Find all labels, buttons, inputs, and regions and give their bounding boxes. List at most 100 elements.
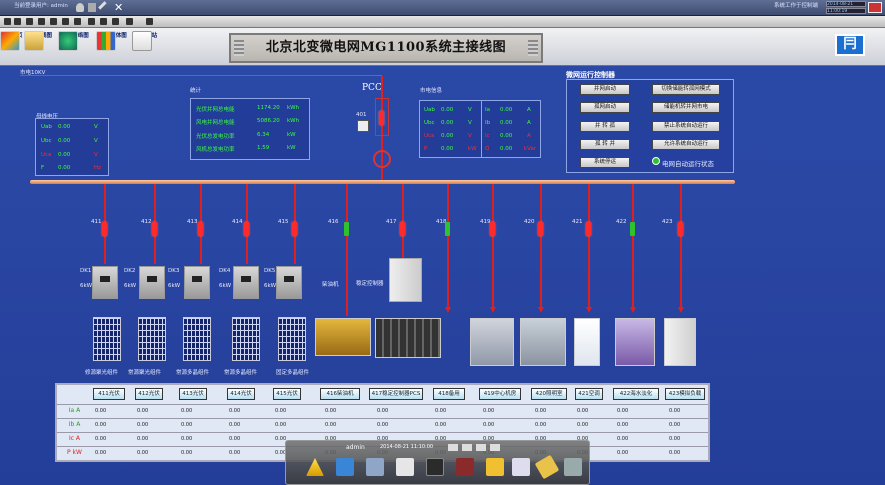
table-row-label: Ib A — [68, 421, 81, 428]
system-stop-button[interactable]: 系统停运 — [580, 157, 630, 168]
feeder-switch[interactable] — [198, 222, 203, 236]
grid-row-value: 0.00 — [441, 146, 454, 152]
feeder-switch[interactable] — [102, 222, 107, 236]
feeder-switch[interactable] — [630, 222, 635, 236]
grid-start-button[interactable]: 并网启动 — [580, 84, 630, 95]
monitor-icon[interactable] — [366, 458, 384, 476]
pcc-breaker[interactable] — [379, 111, 384, 125]
new-icon[interactable] — [4, 18, 11, 25]
dock-nav-icon[interactable] — [462, 444, 472, 451]
database-icon[interactable] — [564, 458, 582, 476]
alarm-panel-icon[interactable] — [456, 458, 474, 476]
warning-icon[interactable] — [306, 458, 324, 476]
notes-icon[interactable] — [512, 458, 530, 476]
table-row-label: Ic A — [68, 435, 81, 442]
nav-voltage[interactable]: 电压总体图 — [96, 31, 130, 64]
calculator-icon[interactable] — [486, 458, 504, 476]
feeder-switch[interactable] — [490, 222, 495, 236]
logo-icon[interactable]: 冃 — [835, 34, 865, 56]
island-to-grid-button[interactable]: 孤 转 并 — [580, 139, 630, 150]
dummy-load-image[interactable] — [664, 318, 696, 366]
desalination-image[interactable] — [615, 318, 655, 366]
lighting-room-image[interactable] — [520, 318, 566, 366]
island-start-button[interactable]: 孤网启动 — [580, 102, 630, 113]
refresh-icon[interactable] — [126, 18, 133, 25]
feeder-switch[interactable] — [152, 222, 157, 236]
battery-bank-image[interactable] — [375, 318, 441, 358]
pv-array-3[interactable] — [183, 317, 211, 361]
folder-icon[interactable] — [336, 458, 354, 476]
feeder-switch[interactable] — [678, 222, 683, 236]
feeder-switch[interactable] — [344, 222, 349, 236]
feeder-switch[interactable] — [292, 222, 297, 236]
pv-array-1[interactable] — [93, 317, 121, 361]
redo-icon[interactable] — [100, 18, 107, 25]
inverter-1[interactable] — [92, 266, 118, 299]
save-icon[interactable] — [26, 18, 33, 25]
switch-storage-island-button[interactable]: 切换储能转孤网模式 — [652, 84, 720, 95]
dock-info-icon[interactable] — [448, 444, 458, 451]
busbar-row-value: 0.00 — [58, 165, 71, 171]
feeder-switch[interactable] — [586, 222, 591, 236]
nav-main-wiring[interactable]: 主接线图 — [24, 31, 58, 64]
lock-icon[interactable] — [88, 3, 96, 12]
table-header: 421空调 — [575, 388, 603, 400]
screen-icon[interactable] — [426, 458, 444, 476]
pointer-icon[interactable] — [146, 18, 153, 25]
feeder-switch[interactable] — [445, 222, 450, 236]
server-room-image[interactable] — [470, 318, 514, 366]
feeder-label: 415 — [278, 219, 289, 225]
feeder-switch[interactable] — [538, 222, 543, 236]
close-x-icon[interactable]: ✕ — [114, 1, 123, 14]
disable-auto-button[interactable]: 禁止系统自动运行 — [652, 121, 720, 132]
inverter-4[interactable] — [233, 266, 259, 299]
pv-label: 常源多晶组件 — [176, 370, 210, 376]
print-icon[interactable] — [38, 18, 45, 25]
stats-row-label: 光伏并网总电能 — [196, 107, 235, 113]
undo-icon[interactable] — [88, 18, 95, 25]
pv-array-4[interactable] — [232, 317, 260, 361]
grid-to-island-button[interactable]: 并 转 孤 — [580, 121, 630, 132]
copy-icon[interactable] — [62, 18, 69, 25]
feeder-switch[interactable] — [244, 222, 249, 236]
dock-close-icon[interactable] — [490, 444, 500, 451]
zoom-icon[interactable] — [112, 18, 119, 25]
paste-icon[interactable] — [74, 18, 81, 25]
cut-icon[interactable] — [50, 18, 57, 25]
feeder-switch[interactable] — [400, 222, 405, 236]
inverter-5[interactable] — [276, 266, 302, 299]
stats-row-label: 光伏总发电功率 — [196, 134, 235, 140]
inverter-3[interactable] — [184, 266, 210, 299]
pcc-switch-icon[interactable] — [357, 120, 369, 132]
dock-refresh-icon[interactable] — [476, 444, 486, 451]
table-cell: 0.00 — [325, 422, 337, 428]
user-icon[interactable] — [76, 3, 84, 12]
pencil-icon[interactable] — [534, 454, 560, 480]
table-cell: 0.00 — [617, 408, 629, 414]
grid-row-value: 0.00 — [441, 120, 454, 126]
storage-controller-image[interactable] — [389, 258, 422, 302]
grid-row-value: 0.00 — [441, 107, 454, 113]
tools-icon[interactable] — [98, 1, 111, 14]
table-cell: 0.00 — [617, 422, 629, 428]
grid-row-value: 0.00 — [500, 133, 513, 139]
enable-auto-button[interactable]: 允许系统自动运行 — [652, 139, 720, 150]
storage-controller-label: 稳定控制器 — [356, 281, 384, 287]
document-icon[interactable] — [396, 458, 414, 476]
feeder-label: 411 — [91, 219, 102, 225]
nav-weather[interactable]: 气象站 — [132, 31, 166, 64]
air-conditioner-image[interactable] — [574, 318, 600, 366]
pv-array-2[interactable] — [138, 317, 166, 361]
inverter-2[interactable] — [139, 266, 165, 299]
inverter-label: DK4 — [219, 268, 231, 274]
storage-to-grid-button[interactable]: 储能机转并网市电 — [652, 102, 720, 113]
grid-row-label: P — [424, 146, 428, 152]
table-cell: 0.00 — [181, 450, 193, 456]
diesel-generator-image[interactable] — [315, 318, 371, 356]
nav-network[interactable]: 通讯网络图 — [58, 31, 92, 64]
open-icon[interactable] — [14, 18, 21, 25]
window-close-button[interactable] — [868, 2, 882, 13]
feeder-line — [346, 184, 348, 316]
inverter-label: DK1 — [80, 268, 92, 274]
pv-array-5[interactable] — [278, 317, 306, 361]
